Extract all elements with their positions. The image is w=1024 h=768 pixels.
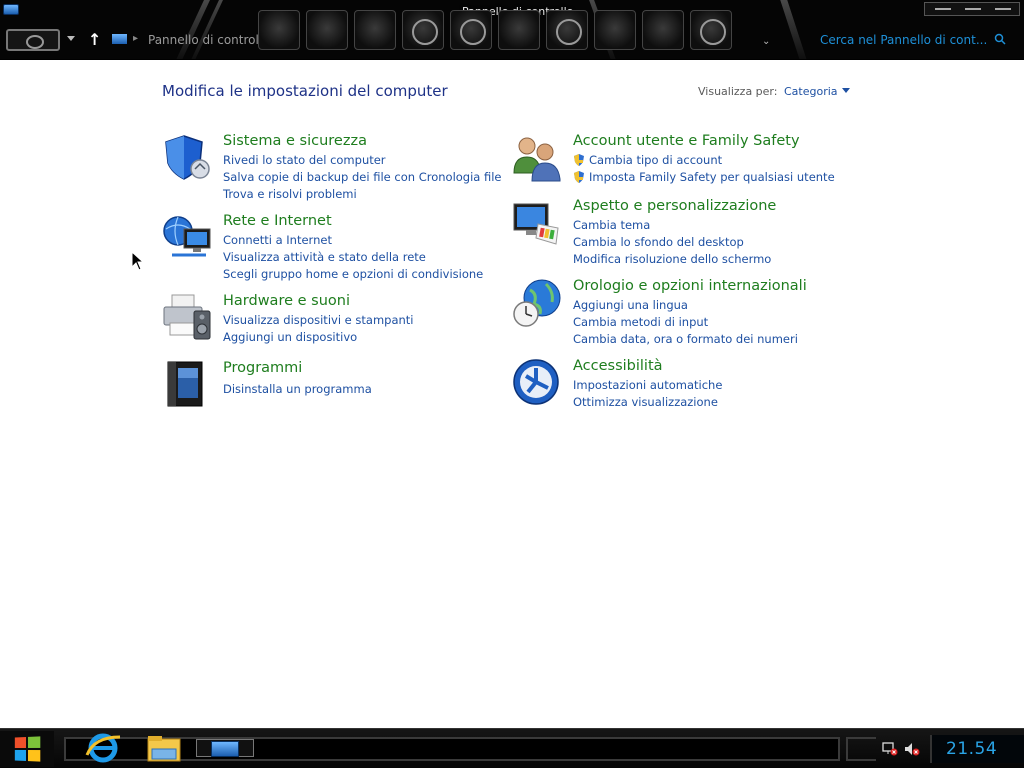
category-title[interactable]: Programmi <box>223 360 302 376</box>
volume-muted-icon[interactable] <box>904 742 920 756</box>
back-forward-button[interactable] <box>6 29 60 51</box>
search-icon[interactable] <box>994 33 1006 45</box>
link-homegroup-sharing[interactable]: Scegli gruppo home e opzioni di condivis… <box>223 267 483 284</box>
dock-folder-icon[interactable] <box>354 10 396 50</box>
window-controls[interactable] <box>924 2 1020 16</box>
category-title[interactable]: Sistema e sicurezza <box>223 133 367 149</box>
link-family-safety[interactable]: Imposta Family Safety per qualsiasi uten… <box>573 170 835 187</box>
link-optimize-display[interactable]: Ottimizza visualizzazione <box>573 395 722 412</box>
dock-ie-icon[interactable] <box>546 10 588 50</box>
chevron-down-icon[interactable] <box>841 88 850 93</box>
dock-camera-icon[interactable] <box>450 10 492 50</box>
clock-globe-icon[interactable] <box>512 278 562 328</box>
link-screen-resolution[interactable]: Modifica risoluzione dello schermo <box>573 252 771 269</box>
network-disconnected-icon[interactable] <box>882 742 898 756</box>
minimize-icon[interactable] <box>935 8 951 10</box>
dock-network-icon[interactable] <box>306 10 348 50</box>
link-change-account-type[interactable]: Cambia tipo di account <box>573 153 835 170</box>
page-title: Modifica le impostazioni del computer <box>162 82 448 100</box>
dock-disc-icon[interactable] <box>402 10 444 50</box>
theme-decoration <box>780 0 807 59</box>
category-title[interactable]: Hardware e suoni <box>223 293 350 309</box>
clock-area[interactable]: 21.54 <box>930 735 1024 763</box>
maximize-icon[interactable] <box>965 8 981 10</box>
link-uninstall-program[interactable]: Disinstalla un programma <box>223 382 372 399</box>
file-explorer-icon[interactable] <box>144 731 184 765</box>
category-title[interactable]: Orologio e opzioni internazionali <box>573 278 807 294</box>
search-input[interactable]: Cerca nel Pannello di cont... <box>820 33 987 47</box>
uac-shield-icon <box>574 154 584 166</box>
taskbar: 21.54 <box>0 728 1024 768</box>
dock-recycle-icon[interactable] <box>690 10 732 50</box>
windows-logo-icon[interactable] <box>14 736 41 762</box>
link-add-language[interactable]: Aggiungi una lingua <box>573 298 798 315</box>
shield-icon[interactable] <box>162 133 212 183</box>
window-titlebar: Pannello di controllo ↑ ▸ Pannello di co… <box>0 0 1024 60</box>
dock-settings-icon[interactable] <box>594 10 636 50</box>
start-button[interactable] <box>0 731 54 767</box>
link-label[interactable]: Imposta Family Safety per qualsiasi uten… <box>589 170 835 184</box>
dock-tools-icon[interactable] <box>498 10 540 50</box>
link-review-computer-status[interactable]: Rivedi lo stato del computer <box>223 153 502 170</box>
clock[interactable]: 21.54 <box>946 739 997 759</box>
mouse-cursor-icon <box>131 251 145 271</box>
taskbar-control-panel-window[interactable] <box>196 739 254 757</box>
dock-monitor-icon[interactable] <box>258 10 300 50</box>
control-panel-crumb-icon[interactable] <box>112 34 127 44</box>
link-label[interactable]: Cambia tipo di account <box>589 153 722 167</box>
view-by-label: Visualizza per: <box>698 85 778 98</box>
category-title[interactable]: Account utente e Family Safety <box>573 133 800 149</box>
control-panel-system-icon[interactable] <box>3 4 19 15</box>
programs-icon[interactable] <box>162 360 212 410</box>
link-devices-printers[interactable]: Visualizza dispositivi e stampanti <box>223 313 414 330</box>
category-title[interactable]: Rete e Internet <box>223 213 332 229</box>
link-troubleshoot[interactable]: Trova e risolvi problemi <box>223 187 502 204</box>
users-icon[interactable] <box>512 133 562 183</box>
link-connect-internet[interactable]: Connetti a Internet <box>223 233 483 250</box>
link-change-theme[interactable]: Cambia tema <box>573 218 771 235</box>
category-title[interactable]: Aspetto e personalizzazione <box>573 198 776 214</box>
category-title[interactable]: Accessibilità <box>573 358 663 374</box>
chevron-down-icon[interactable]: ⌄ <box>762 36 770 47</box>
globe-network-icon[interactable] <box>162 213 212 263</box>
internet-explorer-icon[interactable] <box>84 731 124 765</box>
printer-speaker-icon[interactable] <box>162 293 212 343</box>
view-by-dropdown[interactable]: Categoria <box>784 85 850 98</box>
up-arrow-icon[interactable]: ↑ <box>88 32 101 48</box>
view-by-value[interactable]: Categoria <box>784 85 838 98</box>
recent-locations-chevron-icon[interactable] <box>67 36 75 41</box>
link-add-device[interactable]: Aggiungi un dispositivo <box>223 330 414 347</box>
link-input-methods[interactable]: Cambia metodi di input <box>573 315 798 332</box>
breadcrumb[interactable]: Pannello di controllo <box>148 33 270 47</box>
link-file-history-backup[interactable]: Salva copie di backup dei file con Crono… <box>223 170 502 187</box>
uac-shield-icon <box>574 171 584 183</box>
monitor-palette-icon[interactable] <box>512 198 562 248</box>
theme-icon-dock <box>258 6 778 54</box>
close-icon[interactable] <box>995 8 1011 10</box>
link-desktop-background[interactable]: Cambia lo sfondo del desktop <box>573 235 771 252</box>
dock-user-icon[interactable] <box>642 10 684 50</box>
breadcrumb-separator-icon[interactable]: ▸ <box>133 33 138 44</box>
link-auto-settings[interactable]: Impostazioni automatiche <box>573 378 722 395</box>
link-date-time-format[interactable]: Cambia data, ora o formato dei numeri <box>573 332 798 349</box>
accessibility-icon[interactable] <box>512 358 562 408</box>
control-panel-content: Modifica le impostazioni del computer Vi… <box>0 60 1024 728</box>
tray-bracket <box>846 737 876 761</box>
link-network-status[interactable]: Visualizza attività e stato della rete <box>223 250 483 267</box>
